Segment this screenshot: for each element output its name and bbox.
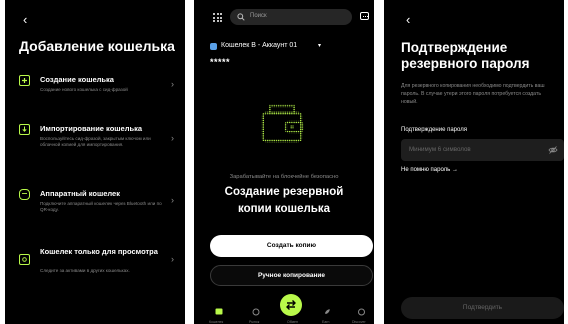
password-placeholder: Минимум 6 символов bbox=[409, 146, 471, 153]
password-confirm-input[interactable]: Минимум 6 символов bbox=[401, 139, 564, 161]
account-avatar bbox=[210, 43, 217, 50]
confirm-password-screen: ‹ Подтверждение резервного пароля Для ре… bbox=[384, 0, 564, 324]
option-description: Следите за активами в других кошельках. bbox=[40, 268, 130, 273]
option-description: Воспользуйтесь сид-фразой, закрытым ключ… bbox=[40, 136, 151, 147]
option-watch-only-wallet[interactable]: Кошелек только для просмотра Следите за … bbox=[19, 247, 177, 277]
nav-label-discover: Discover bbox=[352, 320, 366, 324]
option-description: Создание нового кошелька с сид-фразой bbox=[40, 87, 128, 92]
swap-arrows-icon bbox=[286, 300, 296, 310]
confirm-button[interactable]: Подтвердить bbox=[401, 297, 564, 319]
manual-copy-button[interactable]: Ручное копирование bbox=[210, 265, 373, 286]
plus-square-icon bbox=[19, 75, 30, 86]
option-hardware-wallet[interactable]: Аппаратный кошелек Подключите аппаратный… bbox=[19, 189, 177, 219]
chevron-right-icon: › bbox=[171, 79, 174, 89]
nav-swap-button[interactable] bbox=[280, 294, 302, 316]
option-create-wallet[interactable]: Создание кошелька Создание нового кошель… bbox=[19, 75, 177, 105]
apps-grid-icon[interactable] bbox=[213, 13, 222, 22]
nav-discover-icon[interactable] bbox=[357, 308, 366, 316]
forgot-password-link[interactable]: Не помню пароль → bbox=[401, 167, 458, 173]
eye-icon bbox=[19, 254, 30, 265]
password-field-label: Подтверждение пароля bbox=[401, 127, 467, 133]
page-description: Для резервного копирования необходимо по… bbox=[401, 83, 545, 105]
option-import-wallet[interactable]: Импортирование кошелька Воспользуйтесь с… bbox=[19, 124, 177, 160]
search-icon bbox=[237, 13, 245, 21]
backup-title-line2: копии кошелька bbox=[237, 203, 331, 215]
option-title: Кошелек только для просмотра bbox=[40, 247, 158, 256]
chevron-right-icon: › bbox=[171, 195, 174, 205]
screens-container: ‹ Добавление кошелька Создание кошелька … bbox=[0, 0, 568, 324]
option-title: Создание кошелька bbox=[40, 75, 114, 84]
chevron-down-icon[interactable]: ▾ bbox=[318, 42, 321, 49]
create-copy-button[interactable]: Создать копию bbox=[210, 235, 373, 257]
hardware-key-icon bbox=[19, 189, 30, 200]
account-name[interactable]: Кошелек B - Аккаунт 01 bbox=[221, 42, 297, 49]
nav-label-wallet: Кошелек bbox=[209, 320, 224, 324]
back-button[interactable]: ‹ bbox=[406, 13, 410, 26]
nav-wallet-icon[interactable] bbox=[215, 308, 223, 315]
chevron-right-icon: › bbox=[171, 254, 174, 264]
balance-masked: ***** bbox=[210, 57, 231, 67]
nav-market-icon[interactable] bbox=[252, 308, 260, 316]
eye-off-icon[interactable] bbox=[548, 145, 558, 155]
backup-subtitle: Зарабатывайте на блокчейне безопасно bbox=[229, 174, 339, 180]
chevron-right-icon: › bbox=[171, 133, 174, 143]
backup-screen: Поиск Кошелек B - Аккаунт 01 ▾ ***** Зар… bbox=[194, 0, 374, 324]
search-input[interactable]: Поиск bbox=[230, 9, 352, 25]
import-arrow-icon bbox=[19, 124, 30, 135]
chat-icon[interactable] bbox=[360, 12, 369, 20]
add-wallet-screen: ‹ Добавление кошелька Создание кошелька … bbox=[5, 0, 185, 324]
option-title: Аппаратный кошелек bbox=[40, 189, 120, 198]
option-title: Импортирование кошелька bbox=[40, 124, 143, 133]
page-title: Добавление кошелька bbox=[19, 38, 175, 54]
search-placeholder: Поиск bbox=[250, 13, 267, 19]
nav-label-earn: Earn bbox=[322, 320, 330, 324]
nav-earn-rocket-icon[interactable] bbox=[323, 308, 331, 316]
back-button[interactable]: ‹ bbox=[23, 13, 27, 26]
nav-label-swap: Обмен bbox=[287, 320, 298, 324]
wallet-pixel-icon bbox=[261, 104, 304, 143]
option-description: Подключите аппаратный кошелек через Blue… bbox=[40, 201, 162, 212]
nav-label-market: Рынок bbox=[249, 320, 260, 324]
page-title: Подтверждение резервного пароля bbox=[401, 40, 530, 71]
backup-title-line1: Создание резервной bbox=[224, 186, 344, 198]
